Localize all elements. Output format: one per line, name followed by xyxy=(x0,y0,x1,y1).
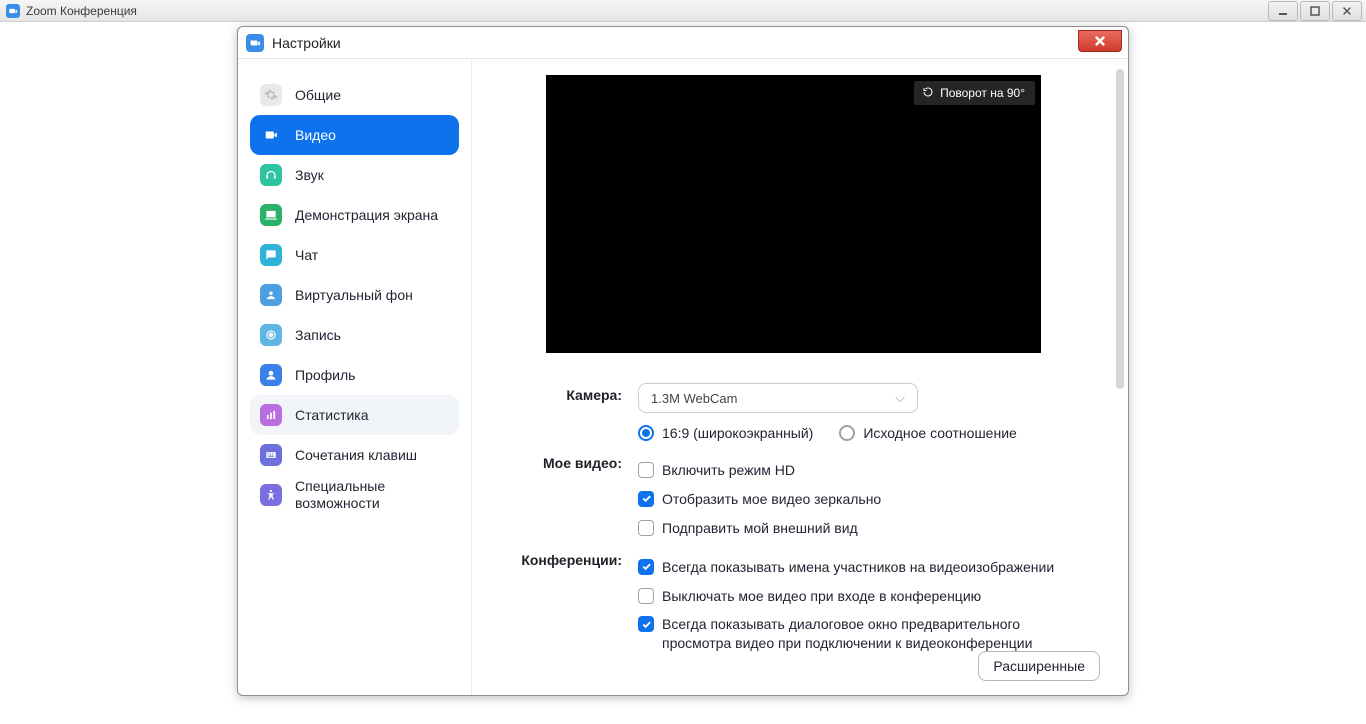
sidebar-item-label: Виртуальный фон xyxy=(295,287,413,304)
checkbox-icon xyxy=(638,616,654,632)
conferences-label: Конференции: xyxy=(496,548,638,654)
sidebar-item-share[interactable]: Демонстрация экрана xyxy=(250,195,459,235)
checkbox-icon xyxy=(638,520,654,536)
profile-icon xyxy=(260,364,282,386)
dialog-title: Настройки xyxy=(272,35,341,51)
touch-up-checkbox[interactable]: Подправить мой внешний вид xyxy=(638,519,1088,538)
conferences-row: Конференции: Всегда показывать имена уча… xyxy=(496,548,1088,654)
mirror-video-checkbox[interactable]: Отобразить мое видео зеркально xyxy=(638,490,1088,509)
settings-dialog: Настройки Общие Видео xyxy=(237,26,1129,696)
scrollbar-thumb[interactable] xyxy=(1116,69,1124,389)
headphones-icon xyxy=(260,164,282,186)
my-video-row: Мое видео: Включить режим HD Отобразить xyxy=(496,451,1088,538)
sidebar-item-label: Специальные возможности xyxy=(295,478,449,512)
aspect-original-option[interactable]: Исходное соотношение xyxy=(839,425,1016,441)
my-video-label: Мое видео: xyxy=(496,451,638,538)
sidebar-item-label: Чат xyxy=(295,247,318,264)
keyboard-icon xyxy=(260,444,282,466)
zoom-app-icon xyxy=(6,4,20,18)
camera-row: Камера: 1.3M WebCam ⌵ 16:9 (широкоэкранн… xyxy=(496,383,1088,441)
sidebar-item-video[interactable]: Видео xyxy=(250,115,459,155)
app-window: Zoom Конференция Настройки xyxy=(0,0,1366,724)
sidebar-item-label: Демонстрация экрана xyxy=(295,207,438,224)
sidebar-item-profile[interactable]: Профиль xyxy=(250,355,459,395)
camera-label: Камера: xyxy=(496,383,638,441)
checkbox-icon xyxy=(638,588,654,604)
enable-hd-label: Включить режим HD xyxy=(662,461,795,480)
mute-video-label: Выключать мое видео при входе в конферен… xyxy=(662,587,981,606)
virtual-bg-icon xyxy=(260,284,282,306)
chevron-down-icon: ⌵ xyxy=(895,390,905,406)
sidebar-item-label: Статистика xyxy=(295,407,369,424)
sidebar-item-label: Звук xyxy=(295,167,324,184)
checkbox-icon xyxy=(638,491,654,507)
camera-select-value: 1.3M WebCam xyxy=(651,391,737,406)
show-names-label: Всегда показывать имена участников на ви… xyxy=(662,558,1054,577)
advanced-button-label: Расширенные xyxy=(993,658,1085,674)
sidebar-item-shortcuts[interactable]: Сочетания клавиш xyxy=(250,435,459,475)
aspect-16-9-option[interactable]: 16:9 (широкоэкранный) xyxy=(638,425,813,441)
video-settings-form: Камера: 1.3M WebCam ⌵ 16:9 (широкоэкранн… xyxy=(496,383,1088,653)
radio-icon xyxy=(638,425,654,441)
sidebar-item-recording[interactable]: Запись xyxy=(250,315,459,355)
gear-icon xyxy=(260,84,282,106)
mirror-video-label: Отобразить мое видео зеркально xyxy=(662,490,881,509)
aspect-ratio-group: 16:9 (широкоэкранный) Исходное соотношен… xyxy=(638,425,1088,441)
record-icon xyxy=(260,324,282,346)
stats-icon xyxy=(260,404,282,426)
rotate-90-button[interactable]: Поворот на 90° xyxy=(914,81,1035,105)
chat-icon xyxy=(260,244,282,266)
checkbox-icon xyxy=(638,559,654,575)
advanced-button[interactable]: Расширенные xyxy=(978,651,1100,681)
sidebar-item-chat[interactable]: Чат xyxy=(250,235,459,275)
zoom-icon xyxy=(246,34,264,52)
sidebar-item-general[interactable]: Общие xyxy=(250,75,459,115)
show-names-checkbox[interactable]: Всегда показывать имена участников на ви… xyxy=(638,558,1088,577)
preview-dialog-label: Всегда показывать диалоговое окно предва… xyxy=(662,615,1088,653)
camera-select[interactable]: 1.3M WebCam ⌵ xyxy=(638,383,918,413)
title-bar: Zoom Конференция xyxy=(0,0,1366,22)
dialog-close-button[interactable] xyxy=(1078,30,1122,52)
sidebar-item-label: Общие xyxy=(295,87,341,104)
enable-hd-checkbox[interactable]: Включить режим HD xyxy=(638,461,1088,480)
sidebar-item-statistics[interactable]: Статистика xyxy=(250,395,459,435)
rotate-icon xyxy=(922,86,934,101)
dialog-body: Общие Видео Звук xyxy=(238,59,1128,695)
sidebar-item-audio[interactable]: Звук xyxy=(250,155,459,195)
window-controls xyxy=(1266,1,1366,21)
minimize-button[interactable] xyxy=(1268,1,1298,21)
video-icon xyxy=(260,124,282,146)
aspect-16-9-label: 16:9 (широкоэкранный) xyxy=(662,425,813,441)
checkbox-icon xyxy=(638,462,654,478)
scrollbar[interactable] xyxy=(1116,69,1124,695)
sidebar-item-label: Запись xyxy=(295,327,341,344)
rotate-label: Поворот на 90° xyxy=(940,86,1025,100)
sidebar-item-virtual-bg[interactable]: Виртуальный фон xyxy=(250,275,459,315)
maximize-button[interactable] xyxy=(1300,1,1330,21)
aspect-original-label: Исходное соотношение xyxy=(863,425,1016,441)
window-title: Zoom Конференция xyxy=(26,4,137,18)
settings-sidebar: Общие Видео Звук xyxy=(238,59,472,695)
video-preview: Поворот на 90° xyxy=(546,75,1041,353)
close-window-button[interactable] xyxy=(1332,1,1362,21)
sidebar-item-label: Профиль xyxy=(295,367,355,384)
share-screen-icon xyxy=(260,204,282,226)
touch-up-label: Подправить мой внешний вид xyxy=(662,519,858,538)
sidebar-item-label: Видео xyxy=(295,127,336,144)
accessibility-icon xyxy=(260,484,282,506)
settings-content: Поворот на 90° Камера: 1.3M WebCam ⌵ xyxy=(472,59,1128,695)
sidebar-item-label: Сочетания клавиш xyxy=(295,447,417,464)
radio-icon xyxy=(839,425,855,441)
dialog-header: Настройки xyxy=(238,27,1128,59)
sidebar-item-accessibility[interactable]: Специальные возможности xyxy=(250,475,459,515)
preview-dialog-checkbox[interactable]: Всегда показывать диалоговое окно предва… xyxy=(638,615,1088,653)
mute-video-checkbox[interactable]: Выключать мое видео при входе в конферен… xyxy=(638,587,1088,606)
